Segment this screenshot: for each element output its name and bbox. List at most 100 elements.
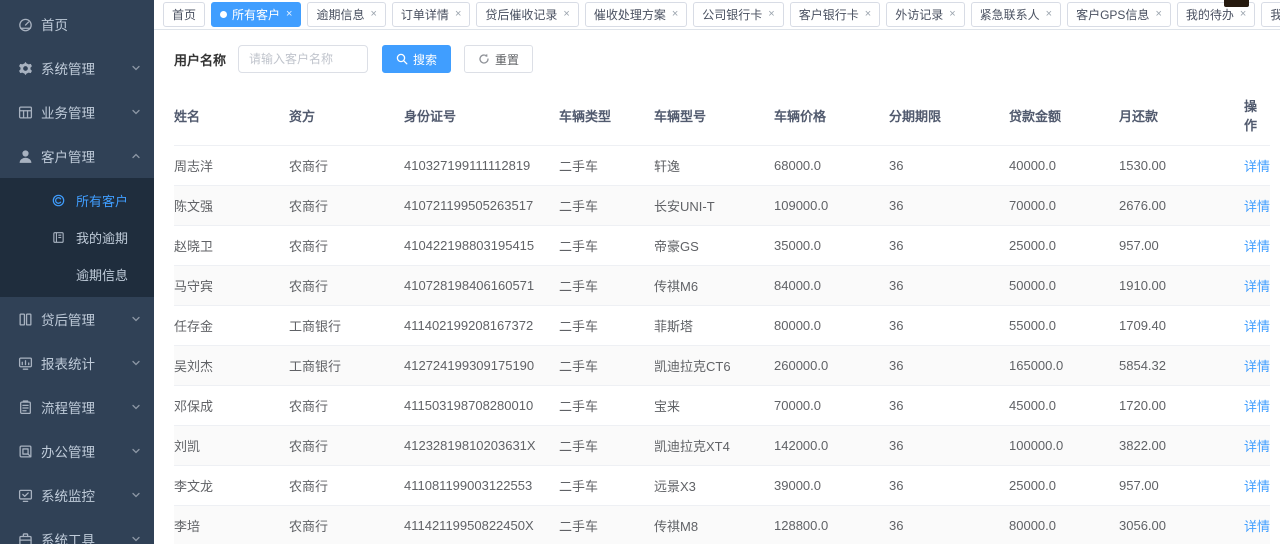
cell: 1530.00 [1119, 146, 1244, 186]
detail-link[interactable]: 详情 [1244, 239, 1270, 254]
sidebar-item-5[interactable]: 报表统计 [0, 341, 154, 385]
cell: 二手车 [559, 426, 654, 466]
sidebar-item-7[interactable]: 办公管理 [0, 429, 154, 473]
tab-label: 紧急联系人 [980, 6, 1040, 23]
sidebar-item-label: 客户管理 [41, 146, 95, 166]
chart-icon [17, 355, 33, 371]
table-row: 吴刘杰工商银行412724199309175190二手车凯迪拉克CT626000… [174, 346, 1270, 386]
tab-4[interactable]: 贷后催收记录 × [476, 2, 578, 27]
cell: 410728198406160571 [404, 266, 559, 306]
table-row: 赵晓卫农商行410422198803195415二手车帝豪GS35000.036… [174, 226, 1270, 266]
tab-8[interactable]: 外访记录× [886, 2, 964, 27]
submenu-item-label: 逾期信息 [76, 265, 128, 284]
tab-12[interactable]: 我的流程× [1261, 2, 1280, 27]
tab-label: 催收处理方案 [594, 6, 666, 23]
cell: 25000.0 [1009, 466, 1119, 506]
tab-label: 我的待办 [1186, 6, 1234, 23]
cell: 李培 [174, 506, 289, 544]
detail-link[interactable]: 详情 [1244, 279, 1270, 294]
table-row: 陈文强农商行410721199505263517二手车长安UNI-T109000… [174, 186, 1270, 226]
tab-label: 贷后催收记录 [485, 6, 557, 23]
cell: 农商行 [289, 266, 404, 306]
cell: 36 [889, 226, 1009, 266]
tab-7[interactable]: 客户银行卡× [790, 2, 880, 27]
customer-name-input[interactable] [238, 45, 368, 73]
tab-5[interactable]: 催收处理方案 × [585, 2, 687, 27]
sidebar-item-label: 办公管理 [41, 441, 95, 461]
cell: 36 [889, 306, 1009, 346]
cell: 周志洋 [174, 146, 289, 186]
submenu-item-1[interactable]: 我的逾期 [0, 219, 154, 256]
tab-10[interactable]: 客户GPS信息× [1067, 2, 1171, 27]
avatar-fragment [1224, 0, 1249, 7]
cell: 传祺M8 [654, 506, 774, 544]
tab-label: 我的流程 [1270, 6, 1280, 23]
close-icon[interactable]: × [1046, 9, 1052, 20]
cell: 菲斯塔 [654, 306, 774, 346]
close-icon[interactable]: × [768, 9, 774, 20]
cell: 李文龙 [174, 466, 289, 506]
close-icon[interactable]: × [286, 9, 292, 20]
tab-6[interactable]: 公司银行卡× [693, 2, 783, 27]
grid-icon [17, 104, 33, 120]
monitor-icon [17, 487, 33, 503]
cell: 411402199208167372 [404, 306, 559, 346]
toolbox-icon [17, 531, 33, 544]
detail-link[interactable]: 详情 [1244, 439, 1270, 454]
customer-table: 姓名资方身份证号车辆类型车辆型号车辆价格分期期限贷款金额月还款操作 周志洋农商行… [174, 85, 1270, 544]
close-icon[interactable]: × [865, 9, 871, 20]
submenu-item-0[interactable]: 所有客户 [0, 182, 154, 219]
sidebar-item-8[interactable]: 系统监控 [0, 473, 154, 517]
cell: 工商银行 [289, 346, 404, 386]
cell: 邓保成 [174, 386, 289, 426]
sidebar-item-2[interactable]: 业务管理 [0, 90, 154, 134]
detail-link[interactable]: 详情 [1244, 159, 1270, 174]
clipboard-icon [17, 399, 33, 415]
chevron-down-icon [131, 358, 141, 368]
close-icon[interactable]: × [455, 9, 461, 20]
table-body: 周志洋农商行410327199111112819二手车轩逸68000.03640… [174, 146, 1270, 544]
tab-2[interactable]: 逾期信息× [307, 2, 385, 27]
tab-3[interactable]: 订单详情× [392, 2, 470, 27]
column-header-0: 姓名 [174, 85, 289, 146]
sidebar-item-4[interactable]: 贷后管理 [0, 297, 154, 341]
cell: 工商银行 [289, 306, 404, 346]
cell: 凯迪拉克CT6 [654, 346, 774, 386]
sidebar-item-0[interactable]: 首页 [0, 2, 154, 46]
close-icon[interactable]: × [563, 9, 569, 20]
cell: 农商行 [289, 226, 404, 266]
cell: 128800.0 [774, 506, 889, 544]
close-icon[interactable]: × [370, 9, 376, 20]
close-icon[interactable]: × [1240, 9, 1246, 20]
close-icon[interactable]: × [672, 9, 678, 20]
cell: 农商行 [289, 186, 404, 226]
sidebar-item-1[interactable]: 系统管理 [0, 46, 154, 90]
reset-button[interactable]: 重置 [464, 45, 533, 73]
detail-link[interactable]: 详情 [1244, 199, 1270, 214]
action-cell: 详情 [1244, 466, 1270, 506]
tab-0[interactable]: 首页 [163, 2, 205, 27]
tab-9[interactable]: 紧急联系人 × [971, 2, 1061, 27]
detail-link[interactable]: 详情 [1244, 319, 1270, 334]
detail-link[interactable]: 详情 [1244, 479, 1270, 494]
detail-link[interactable]: 详情 [1244, 519, 1270, 534]
search-button[interactable]: 搜索 [382, 45, 451, 73]
cell: 5854.32 [1119, 346, 1244, 386]
refresh-icon [478, 53, 490, 65]
user-icon [17, 148, 33, 164]
submenu-item-2[interactable]: 逾期信息 [0, 256, 154, 293]
table-row: 任存金工商银行411402199208167372二手车菲斯塔80000.036… [174, 306, 1270, 346]
close-icon[interactable]: × [949, 9, 955, 20]
tab-1[interactable]: 所有客户× [211, 2, 301, 27]
tab-bar: 首页所有客户×逾期信息×订单详情×贷后催收记录×催收处理方案×公司银行卡×客户银… [154, 0, 1280, 30]
chevron-down-icon [131, 446, 141, 456]
detail-link[interactable]: 详情 [1244, 399, 1270, 414]
cell: 36 [889, 186, 1009, 226]
sidebar-item-6[interactable]: 流程管理 [0, 385, 154, 429]
cell: 80000.0 [1009, 506, 1119, 544]
column-header-3: 车辆类型 [559, 85, 654, 146]
detail-link[interactable]: 详情 [1244, 359, 1270, 374]
sidebar-item-9[interactable]: 系统工具 [0, 517, 154, 544]
close-icon[interactable]: × [1155, 9, 1161, 20]
sidebar-item-3[interactable]: 客户管理 [0, 134, 154, 178]
